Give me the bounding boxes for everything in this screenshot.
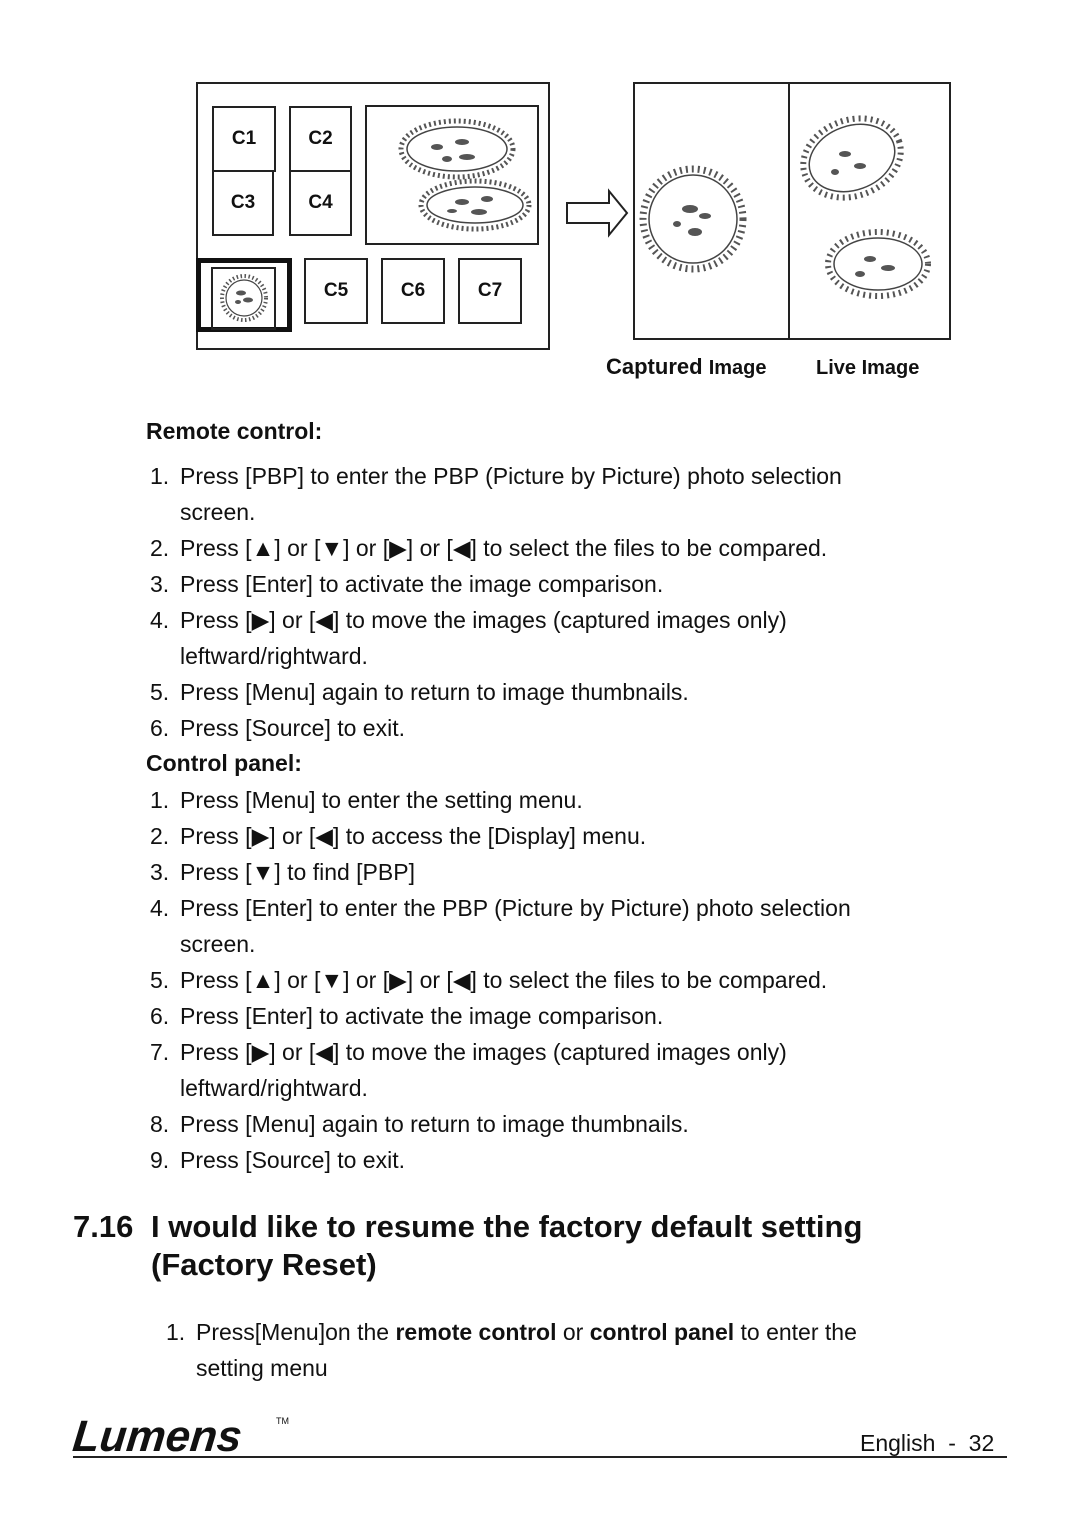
captured-cell-icon — [639, 165, 747, 273]
remote-step-6: 6. Press [Source] to exit. — [150, 715, 405, 741]
pbp-selection-screen: C1 C2 C3 C4 C5 C6 C7 — [196, 82, 550, 350]
remote-step-1: 1. Press [PBP] to enter the PBP (Picture … — [150, 463, 842, 525]
panel-step-1: 1. Press [Menu] to enter the setting menu… — [150, 787, 583, 813]
panel-step-7: 7. Press [▶] or [◀] to move the images (c… — [150, 1039, 787, 1101]
comparison-screen — [633, 82, 951, 340]
remote-step-2: 2. Press [▲] or [▼] or [▶] or [◀] to sele… — [150, 535, 828, 561]
remote-step-3: 3. Press [Enter] to activate the image co… — [150, 571, 664, 597]
thumbnail-c2: C2 — [289, 106, 352, 172]
panel-step-3: 3. Press [▼] to find [PBP] — [150, 859, 415, 885]
panel-step-8: 8. Press [Menu] again to return to image … — [150, 1111, 689, 1137]
trademark-mark: TM — [276, 1416, 289, 1426]
lumens-logo: Lumens — [70, 1412, 245, 1461]
thumbnail-c7: C7 — [458, 258, 522, 324]
thumbnail-c6: C6 — [381, 258, 445, 324]
panel-step-5: 5. Press [▲] or [▼] or [▶] or [◀] to sele… — [150, 967, 828, 993]
captured-image-caption: Captured Image — [606, 354, 767, 379]
preview-pane — [365, 105, 539, 245]
live-image-caption: Live Image — [816, 357, 920, 379]
remote-control-heading: Remote control: — [146, 418, 323, 444]
panel-step-4: 4. Press [Enter] to enter the PBP (Pictur… — [150, 895, 851, 957]
panel-step-6: 6. Press [Enter] to activate the image co… — [150, 1003, 664, 1029]
selected-thumbnail — [196, 258, 292, 332]
section-heading-7-16: 7.16 I would like to resume the factory d… — [73, 1209, 863, 1282]
right-arrow-icon — [566, 188, 629, 238]
footer-divider — [73, 1456, 1007, 1458]
thumbnail-c4: C4 — [289, 170, 352, 236]
thumbnail-c3: C3 — [212, 170, 274, 236]
remote-step-4: 4. Press [▶] or [◀] to move the images (c… — [150, 607, 787, 669]
page-number: English - 32 — [860, 1430, 995, 1456]
control-panel-heading: Control panel: — [146, 750, 302, 776]
panel-step-2: 2. Press [▶] or [◀] to access the [Displa… — [150, 823, 647, 849]
cells-illustration-icon — [398, 118, 532, 232]
cell-thumbnail-icon — [220, 274, 268, 322]
remote-step-5: 5. Press [Menu] again to return to image … — [150, 679, 689, 705]
live-cells-icon — [800, 115, 931, 299]
panel-step-9: 9. Press [Source] to exit. — [150, 1147, 405, 1173]
thumbnail-c1: C1 — [212, 106, 276, 172]
thumbnail-c5: C5 — [304, 258, 368, 324]
factory-reset-step-1: 1. Press[Menu]on the remote control or co… — [166, 1319, 857, 1381]
